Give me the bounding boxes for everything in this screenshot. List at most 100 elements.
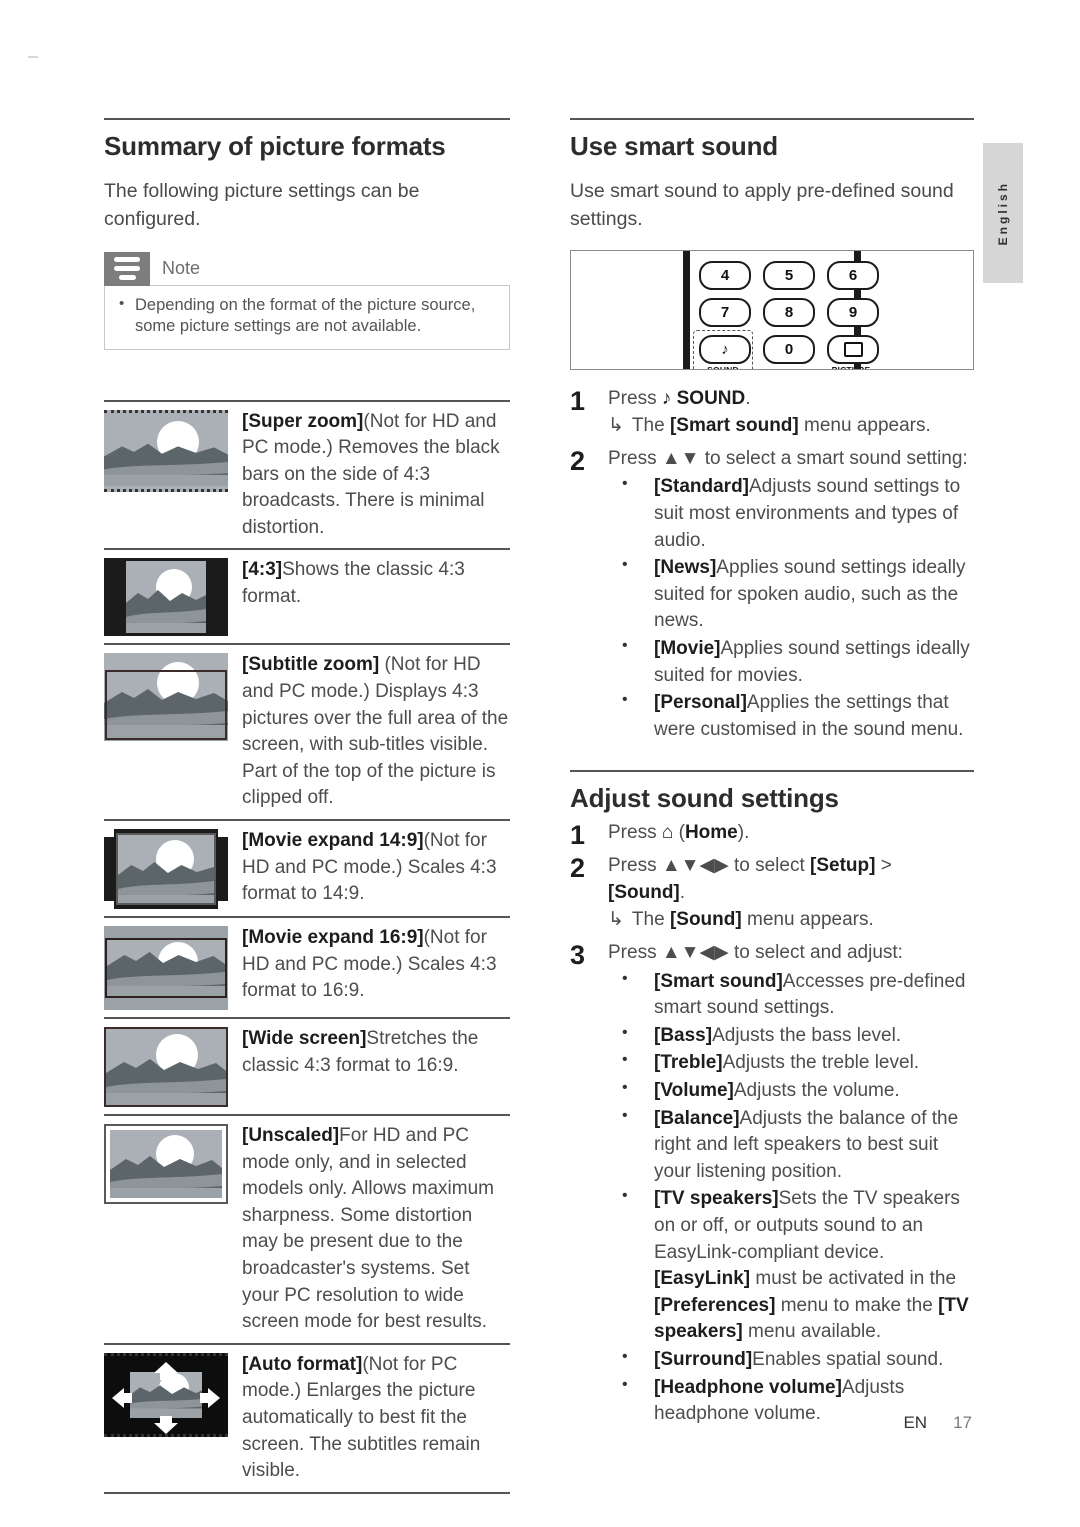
format-description: [Wide screen]Stretches the classic 4:3 f… <box>236 1025 510 1079</box>
footer-language-code: EN <box>903 1413 928 1432</box>
step-text-tail: ). <box>737 822 750 844</box>
option-name: [Treble] <box>654 1052 723 1074</box>
result-menu-name: [Smart sound] <box>669 415 799 437</box>
format-name: [Subtitle zoom] <box>242 654 380 676</box>
table-row: [Movie expand 16:9](Not for HD and PC mo… <box>104 918 510 1020</box>
step-text-pre: Press ▲▼◀▶ to select <box>608 855 810 877</box>
step-instruction: Press ▲▼◀▶ to select and adjust: <box>608 942 903 964</box>
table-row: [Subtitle zoom] (Not for HD and PC mode.… <box>104 645 510 822</box>
page-title-smart-sound: Use smart sound <box>570 131 778 161</box>
crop-mark <box>28 56 38 58</box>
step-text-post: . <box>745 387 751 409</box>
extra-text: must be activated in the <box>750 1268 957 1290</box>
key-7: 7 <box>699 297 751 327</box>
screen-icon <box>843 341 863 357</box>
note-header: Note <box>104 251 510 286</box>
remote-edge-left <box>683 250 690 369</box>
right-column: Use smart sound Use smart sound to apply… <box>570 118 974 1433</box>
format-name: [Auto format] <box>242 1353 363 1375</box>
format-name: [Unscaled] <box>242 1125 340 1147</box>
key-4: 4 <box>699 260 751 290</box>
list-item: [Smart sound]Accesses pre-defined smart … <box>608 968 974 1022</box>
option-desc: Adjusts the treble level. <box>722 1052 920 1074</box>
keypad-row-1: 4 5 6 <box>699 260 879 290</box>
language-tab: English <box>983 143 1023 283</box>
list-item: [News]Applies sound settings ideally sui… <box>608 554 974 635</box>
format-description: [Movie expand 16:9](Not for HD and PC mo… <box>236 924 510 1005</box>
option-name: [TV speakers] <box>654 1188 779 1210</box>
page-footer: EN 17 <box>0 1413 1080 1433</box>
step-text: Press ▲▼ to select a smart sound setting… <box>608 446 974 745</box>
option-name: [Surround] <box>654 1348 753 1370</box>
result-post: menu appears. <box>798 415 931 437</box>
intro-paragraph-picture: The following picture settings can be co… <box>104 179 420 230</box>
result-text: The [Smart sound] menu appears. <box>632 413 931 440</box>
option-name: [Bass] <box>654 1024 713 1046</box>
format-name: [Movie expand 16:9] <box>242 927 424 949</box>
left-column: Summary of picture formats The following… <box>104 118 510 1494</box>
option-name: [Smart sound] <box>654 970 783 992</box>
extra-text: menu to make the <box>775 1294 939 1316</box>
home-icon: ⌂ <box>661 822 674 844</box>
list-item: [Bass]Adjusts the bass level. <box>608 1022 974 1050</box>
key-5: 5 <box>763 260 815 290</box>
note-icon <box>104 251 150 286</box>
key-9: 9 <box>827 297 879 327</box>
key-8: 8 <box>763 297 815 327</box>
step-2: 2 Press ▲▼ to select a smart sound setti… <box>570 446 974 745</box>
sound-key-group: ♪ SOUND <box>693 329 753 369</box>
thumbnail-movie-expand-16-9 <box>104 924 236 1011</box>
thumbnail-subtitle-zoom <box>104 651 236 742</box>
picture-key-group: PICTURE <box>827 334 879 369</box>
format-name: [Super zoom] <box>242 410 364 432</box>
format-description: [4:3]Shows the classic 4:3 format. <box>236 556 510 610</box>
result-text: The [Sound] menu appears. <box>632 907 874 934</box>
result-pre: The <box>631 415 670 437</box>
section-rule <box>570 118 974 120</box>
step-number: 3 <box>570 940 586 971</box>
option-name: [Headphone volume] <box>654 1376 842 1398</box>
menu-separator: > <box>875 855 892 877</box>
sound-settings-options: [Smart sound]Accesses pre-defined smart … <box>608 968 974 1428</box>
option-name: [Standard] <box>654 476 749 498</box>
page-title-picture-formats: Summary of picture formats <box>104 131 446 161</box>
result-arrow-icon: ↳ <box>608 415 624 437</box>
format-description: [Movie expand 14:9](Not for HD and PC mo… <box>236 827 510 908</box>
step-number: 2 <box>570 445 586 476</box>
table-row: [Super zoom](Not for HD and PC mode.) Re… <box>104 402 510 551</box>
format-description: [Unscaled]For HD and PC mode only, and i… <box>236 1122 510 1336</box>
list-item: [Standard]Adjusts sound settings to suit… <box>608 473 974 554</box>
adjust-sound-section: Adjust sound settings 1 Press ⌂ (Home). … <box>570 770 974 1428</box>
option-name: [Personal] <box>654 692 747 714</box>
table-row: [Wide screen]Stretches the classic 4:3 f… <box>104 1019 510 1117</box>
list-item: [Movie]Applies sound settings ideally su… <box>608 635 974 689</box>
thumbnail-super-zoom <box>104 408 236 492</box>
format-name: [Movie expand 14:9] <box>242 830 424 852</box>
keypad-row-2: 7 8 9 <box>699 297 879 327</box>
format-text: (Not for HD and PC mode.) Displays 4:3 p… <box>242 654 509 809</box>
step-text: Press ⌂ (Home). <box>608 820 974 849</box>
step-text: Press ♪ SOUND. ↳ The [Smart sound] menu … <box>608 386 974 440</box>
note-body: Depending on the format of the picture s… <box>104 284 510 350</box>
table-row: [4:3]Shows the classic 4:3 format. <box>104 550 510 646</box>
list-item: [Personal]Applies the settings that were… <box>608 689 974 743</box>
format-description: [Subtitle zoom] (Not for HD and PC mode.… <box>236 651 510 812</box>
step-text-pre: Press <box>608 822 662 844</box>
format-text: For HD and PC mode only, and in selected… <box>242 1125 495 1333</box>
note-title: Note <box>162 258 201 279</box>
result-pre: The <box>631 909 670 931</box>
list-item: [Balance]Adjusts the balance of the righ… <box>608 1105 974 1186</box>
thumbnail-four-three <box>104 556 236 637</box>
intro-paragraph-smart-sound: Use smart sound to apply pre-defined sou… <box>570 179 954 230</box>
step-text: Press ▲▼◀▶ to select and adjust: [Smart … <box>608 940 974 1429</box>
thumbnail-unscaled <box>104 1122 236 1205</box>
footer-page-number: 17 <box>953 1413 972 1432</box>
step-number: 2 <box>570 853 586 884</box>
step-text-tail: . <box>679 881 686 903</box>
remote-keypad: 4 5 6 7 8 9 ♪ SOUND 0 PICTURE <box>693 260 879 369</box>
result-menu-name: [Sound] <box>669 909 742 931</box>
list-item: [TV speakers]Sets the TV speakers on or … <box>608 1185 974 1346</box>
section-rule <box>570 770 974 773</box>
thumbnail-wide-screen <box>104 1025 236 1108</box>
step-key-label: ♪ SOUND <box>661 387 746 409</box>
